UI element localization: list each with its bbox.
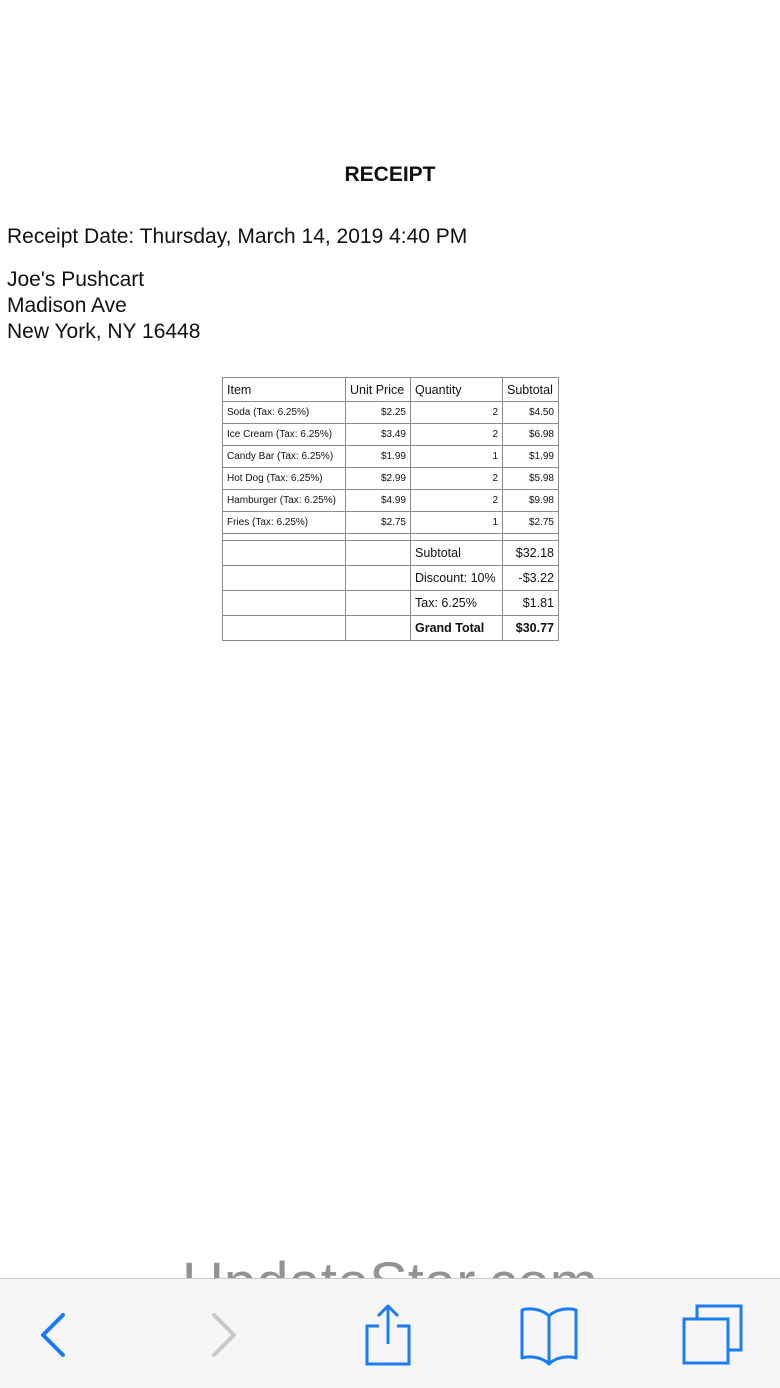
totals-value: $32.18 (502, 540, 559, 566)
quantity-cell: 2 (410, 489, 503, 512)
item-cell: Fries (Tax: 6.25%) (222, 511, 346, 534)
quantity-cell: 1 (410, 511, 503, 534)
quantity-cell: 2 (410, 467, 503, 490)
item-cell: Soda (Tax: 6.25%) (222, 401, 346, 424)
merchant-address: Joe's Pushcart Madison Ave New York, NY … (7, 267, 200, 345)
merchant-city: New York, NY 16448 (7, 320, 201, 343)
unit-price-cell: $3.49 (345, 423, 411, 446)
unit-price-cell: $4.99 (345, 489, 411, 512)
share-button[interactable] (352, 1299, 424, 1371)
subtotal-cell: $9.98 (502, 489, 559, 512)
empty-cell (345, 615, 411, 641)
back-button[interactable] (17, 1299, 89, 1371)
empty-cell (222, 590, 346, 616)
totals-label: Tax: 6.25% (410, 590, 503, 616)
bookmarks-icon (520, 1307, 578, 1366)
subtotal-cell: $5.98 (502, 467, 559, 490)
unit-price-cell: $2.75 (345, 511, 411, 534)
header-item: Item (222, 377, 346, 402)
item-cell: Ice Cream (Tax: 6.25%) (222, 423, 346, 446)
totals-row: Grand Total $30.77 (222, 615, 559, 641)
totals-value: -$3.22 (502, 565, 559, 591)
forward-icon (212, 1313, 236, 1357)
totals-row: Discount: 10% -$3.22 (222, 565, 559, 591)
merchant-street: Madison Ave (7, 294, 127, 317)
subtotal-cell: $6.98 (502, 423, 559, 446)
header-subtotal: Subtotal (502, 377, 559, 402)
totals-row: Tax: 6.25% $1.81 (222, 590, 559, 616)
bookmarks-button[interactable] (513, 1299, 585, 1371)
empty-cell (222, 615, 346, 641)
empty-cell (222, 540, 346, 566)
table-row: Candy Bar (Tax: 6.25%) $1.99 1 $1.99 (222, 445, 559, 468)
subtotal-cell: $4.50 (502, 401, 559, 424)
table-row: Hot Dog (Tax: 6.25%) $2.99 2 $5.98 (222, 467, 559, 490)
subtotal-cell: $2.75 (502, 511, 559, 534)
table-row: Hamburger (Tax: 6.25%) $4.99 2 $9.98 (222, 489, 559, 512)
header-quantity: Quantity (410, 377, 503, 402)
receipt-date: Receipt Date: Thursday, March 14, 2019 4… (7, 225, 468, 248)
totals-label: Subtotal (410, 540, 503, 566)
table-row: Soda (Tax: 6.25%) $2.25 2 $4.50 (222, 401, 559, 424)
header-unit-price: Unit Price (345, 377, 411, 402)
back-icon (41, 1313, 65, 1357)
tabs-icon (682, 1304, 743, 1365)
empty-cell (345, 590, 411, 616)
subtotal-cell: $1.99 (502, 445, 559, 468)
item-cell: Hamburger (Tax: 6.25%) (222, 489, 346, 512)
quantity-cell: 2 (410, 401, 503, 424)
share-icon (365, 1304, 411, 1366)
totals-value: $30.77 (502, 615, 559, 641)
empty-cell (222, 565, 346, 591)
table-divider-row (222, 533, 559, 541)
quantity-cell: 2 (410, 423, 503, 446)
unit-price-cell: $2.25 (345, 401, 411, 424)
empty-cell (345, 565, 411, 591)
unit-price-cell: $2.99 (345, 467, 411, 490)
page-title: RECEIPT (344, 163, 436, 186)
table-header-row: Item Unit Price Quantity Subtotal (222, 377, 559, 402)
totals-label: Grand Total (410, 615, 503, 641)
unit-price-cell: $1.99 (345, 445, 411, 468)
forward-button[interactable] (188, 1299, 260, 1371)
tabs-button[interactable] (676, 1299, 748, 1371)
empty-cell (345, 540, 411, 566)
totals-value: $1.81 (502, 590, 559, 616)
merchant-name: Joe's Pushcart (7, 268, 145, 291)
browser-toolbar (0, 1278, 780, 1388)
item-cell: Hot Dog (Tax: 6.25%) (222, 467, 346, 490)
item-cell: Candy Bar (Tax: 6.25%) (222, 445, 346, 468)
table-row: Fries (Tax: 6.25%) $2.75 1 $2.75 (222, 511, 559, 534)
totals-row: Subtotal $32.18 (222, 540, 559, 566)
quantity-cell: 1 (410, 445, 503, 468)
table-row: Ice Cream (Tax: 6.25%) $3.49 2 $6.98 (222, 423, 559, 446)
receipt-table: Item Unit Price Quantity Subtotal Soda (… (222, 377, 559, 641)
totals-label: Discount: 10% (410, 565, 503, 591)
